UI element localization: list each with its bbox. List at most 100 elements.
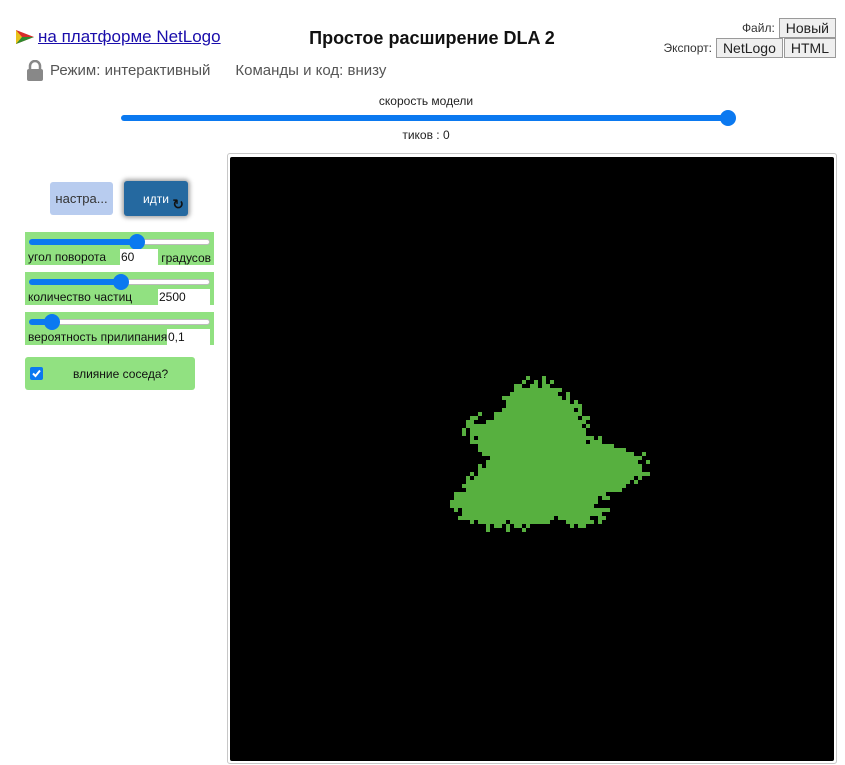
cluster-patch [498, 484, 502, 488]
cluster-patch [622, 448, 626, 452]
cluster-patch [490, 424, 494, 428]
netlogo-link-text[interactable]: на платформе NetLogo [38, 27, 221, 47]
slider-thumb[interactable] [44, 314, 60, 330]
mode-label: Режим: интерактивный [50, 62, 211, 79]
lock-icon[interactable] [26, 60, 44, 81]
cluster-patch [482, 452, 486, 456]
cluster-patch [590, 508, 594, 512]
code-toggle[interactable]: Команды и код: внизу [235, 62, 386, 79]
cluster-patch [606, 468, 610, 472]
cluster-patch [594, 444, 598, 448]
cluster-patch [542, 480, 546, 484]
new-button[interactable]: Новый [778, 18, 836, 38]
cluster-patch [570, 456, 574, 460]
cluster-patch [454, 504, 458, 508]
cluster-patch [542, 432, 546, 436]
cluster-patch [526, 408, 530, 412]
cluster-patch [494, 448, 498, 452]
slider-stick-probability[interactable]: вероятность прилипания 0,1 [25, 312, 214, 345]
slider-thumb[interactable] [129, 234, 145, 250]
cluster-patch [574, 432, 578, 436]
cluster-patch [470, 480, 474, 484]
cluster-patch [538, 416, 542, 420]
world-view[interactable] [230, 157, 834, 761]
cluster-patch [530, 480, 534, 484]
cluster-patch [578, 524, 582, 528]
cluster-patch [478, 448, 482, 452]
cluster-patch [546, 408, 550, 412]
cluster-patch [554, 472, 558, 476]
neighbor-influence-checkbox[interactable] [30, 367, 43, 380]
cluster-patch [554, 396, 558, 400]
cluster-patch [542, 460, 546, 464]
cluster-patch [526, 440, 530, 444]
cluster-patch [590, 436, 594, 440]
cluster-patch [458, 496, 462, 500]
cluster-patch [482, 516, 486, 520]
cluster-patch [594, 500, 598, 504]
cluster-patch [534, 468, 538, 472]
export-netlogo-button[interactable]: NetLogo [715, 38, 783, 58]
cluster-patch [578, 432, 582, 436]
cluster-patch [574, 488, 578, 492]
cluster-patch [534, 504, 538, 508]
cluster-patch [586, 436, 590, 440]
cluster-patch [586, 492, 590, 496]
cluster-patch [538, 428, 542, 432]
cluster-patch [530, 512, 534, 516]
cluster-patch [546, 440, 550, 444]
switch-neighbor-influence[interactable]: влияние соседа? [25, 357, 195, 390]
slider-thumb[interactable] [113, 274, 129, 290]
cluster-patch [490, 476, 494, 480]
cluster-patch [482, 500, 486, 504]
cluster-patch [482, 468, 486, 472]
cluster-patch [510, 424, 514, 428]
cluster-patch [534, 500, 538, 504]
slider-value[interactable]: 2500 [158, 289, 210, 305]
cluster-patch [550, 420, 554, 424]
cluster-patch [598, 480, 602, 484]
export-row: Экспорт: NetLogo HTML [664, 38, 836, 58]
cluster-patch [614, 456, 618, 460]
cluster-patch [562, 460, 566, 464]
cluster-patch [538, 436, 542, 440]
cluster-patch [534, 428, 538, 432]
setup-button[interactable]: настра... [50, 182, 113, 215]
cluster-patch [562, 448, 566, 452]
cluster-patch [562, 420, 566, 424]
cluster-patch [574, 448, 578, 452]
slider-num-particles[interactable]: количество частиц 2500 [25, 272, 214, 305]
cluster-patch [510, 496, 514, 500]
cluster-patch [506, 468, 510, 472]
speed-slider[interactable] [121, 115, 728, 121]
slider-value[interactable]: 0,1 [167, 329, 210, 345]
netlogo-platform-link[interactable]: на платформе NetLogo [15, 27, 221, 47]
cluster-patch [526, 460, 530, 464]
cluster-patch [606, 496, 610, 500]
cluster-patch [510, 480, 514, 484]
cluster-patch [486, 520, 490, 524]
cluster-patch [546, 452, 550, 456]
cluster-patch [522, 520, 526, 524]
cluster-patch [510, 440, 514, 444]
cluster-patch [506, 440, 510, 444]
cluster-patch [574, 428, 578, 432]
cluster-patch [510, 484, 514, 488]
cluster-patch [490, 480, 494, 484]
cluster-patch [578, 420, 582, 424]
cluster-patch [482, 436, 486, 440]
slider-value[interactable]: 60 [120, 249, 158, 265]
cluster-patch [566, 472, 570, 476]
speed-slider-thumb[interactable] [720, 110, 736, 126]
export-html-button[interactable]: HTML [783, 38, 836, 58]
cluster-patch [462, 428, 466, 432]
checkmark-icon [32, 369, 41, 378]
cluster-patch [498, 440, 502, 444]
cluster-patch [558, 444, 562, 448]
cluster-patch [610, 448, 614, 452]
cluster-patch [494, 452, 498, 456]
slider-turn-angle[interactable]: угол поворота 60 градусов [25, 232, 214, 265]
cluster-patch [586, 456, 590, 460]
go-button[interactable]: идти ↻ [124, 181, 188, 216]
cluster-patch [522, 476, 526, 480]
